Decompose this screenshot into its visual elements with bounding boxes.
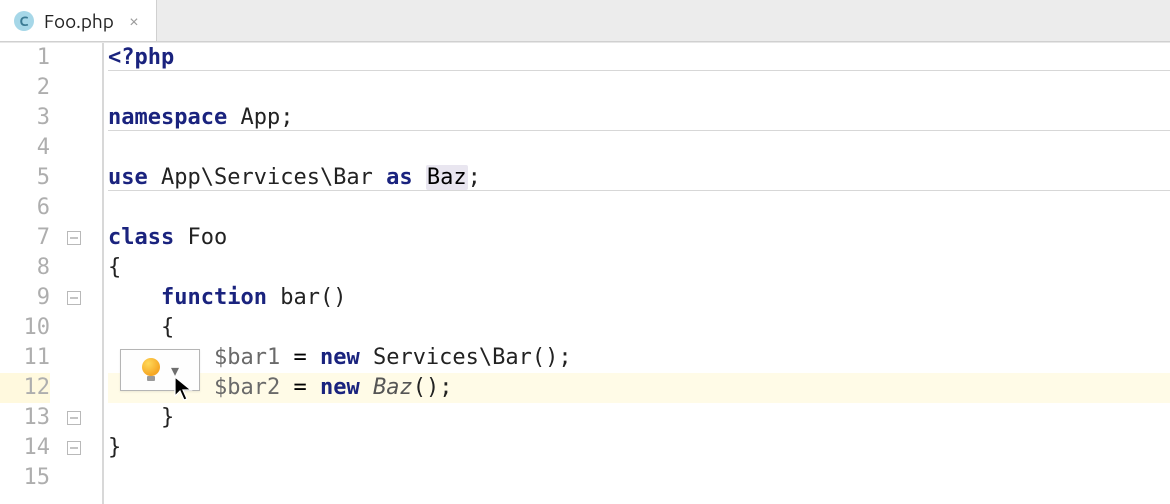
line-number: 14 bbox=[0, 433, 50, 463]
line-number: 6 bbox=[0, 193, 50, 223]
line-number: 11 bbox=[0, 343, 50, 373]
code-line[interactable]: { bbox=[108, 253, 1170, 283]
code-line[interactable]: namespace App; bbox=[108, 103, 1170, 133]
code-editor[interactable]: 123456789101112131415 <?php namespace Ap… bbox=[0, 42, 1170, 504]
line-number: 1 bbox=[0, 43, 50, 73]
line-number: 13 bbox=[0, 403, 50, 433]
fold-toggle-icon[interactable] bbox=[67, 231, 81, 245]
code-line[interactable] bbox=[108, 463, 1170, 493]
line-number: 12 bbox=[0, 373, 50, 403]
line-number: 9 bbox=[0, 283, 50, 313]
fold-gutter bbox=[60, 43, 104, 504]
code-line[interactable]: function bar() bbox=[108, 283, 1170, 313]
fold-end-icon[interactable] bbox=[67, 411, 81, 425]
lightbulb-icon bbox=[141, 358, 161, 382]
code-line[interactable]: $bar1 = new Services\Bar(); bbox=[108, 343, 1170, 373]
tab-foo-php[interactable]: C Foo.php × bbox=[0, 0, 157, 41]
code-line[interactable]: } bbox=[108, 433, 1170, 463]
line-number: 7 bbox=[0, 223, 50, 253]
close-icon[interactable]: × bbox=[124, 11, 144, 31]
alias-name: Baz bbox=[426, 165, 468, 190]
line-number: 8 bbox=[0, 253, 50, 283]
line-number: 4 bbox=[0, 133, 50, 163]
code-line[interactable]: $bar2 = new Baz(); bbox=[108, 373, 1170, 403]
code-line[interactable]: } bbox=[108, 403, 1170, 433]
line-number-gutter: 123456789101112131415 bbox=[0, 43, 60, 504]
code-line[interactable]: <?php bbox=[108, 43, 1170, 73]
file-icon: C bbox=[14, 11, 34, 31]
code-area[interactable]: <?php namespace App; use App\Services\Ba… bbox=[104, 43, 1170, 504]
line-number: 3 bbox=[0, 103, 50, 133]
code-line[interactable]: use App\Services\Bar as Baz; bbox=[108, 163, 1170, 193]
code-line[interactable] bbox=[108, 193, 1170, 223]
fold-toggle-icon[interactable] bbox=[67, 291, 81, 305]
php-open-tag: <?php bbox=[108, 45, 174, 70]
class-ref-baz: Baz bbox=[373, 375, 413, 400]
code-line[interactable]: { bbox=[108, 313, 1170, 343]
line-number: 5 bbox=[0, 163, 50, 193]
line-number: 15 bbox=[0, 463, 50, 493]
code-line[interactable]: class Foo bbox=[108, 223, 1170, 253]
code-line[interactable] bbox=[108, 133, 1170, 163]
tab-filename: Foo.php bbox=[44, 10, 114, 32]
file-icon-letter: C bbox=[20, 14, 29, 28]
fold-end-icon[interactable] bbox=[67, 441, 81, 455]
chevron-down-icon[interactable]: ▾ bbox=[171, 361, 179, 380]
line-number: 2 bbox=[0, 73, 50, 103]
code-line[interactable] bbox=[108, 73, 1170, 103]
editor-tab-bar: C Foo.php × bbox=[0, 0, 1170, 42]
intention-action-popup[interactable]: ▾ bbox=[120, 349, 200, 391]
line-number: 10 bbox=[0, 313, 50, 343]
